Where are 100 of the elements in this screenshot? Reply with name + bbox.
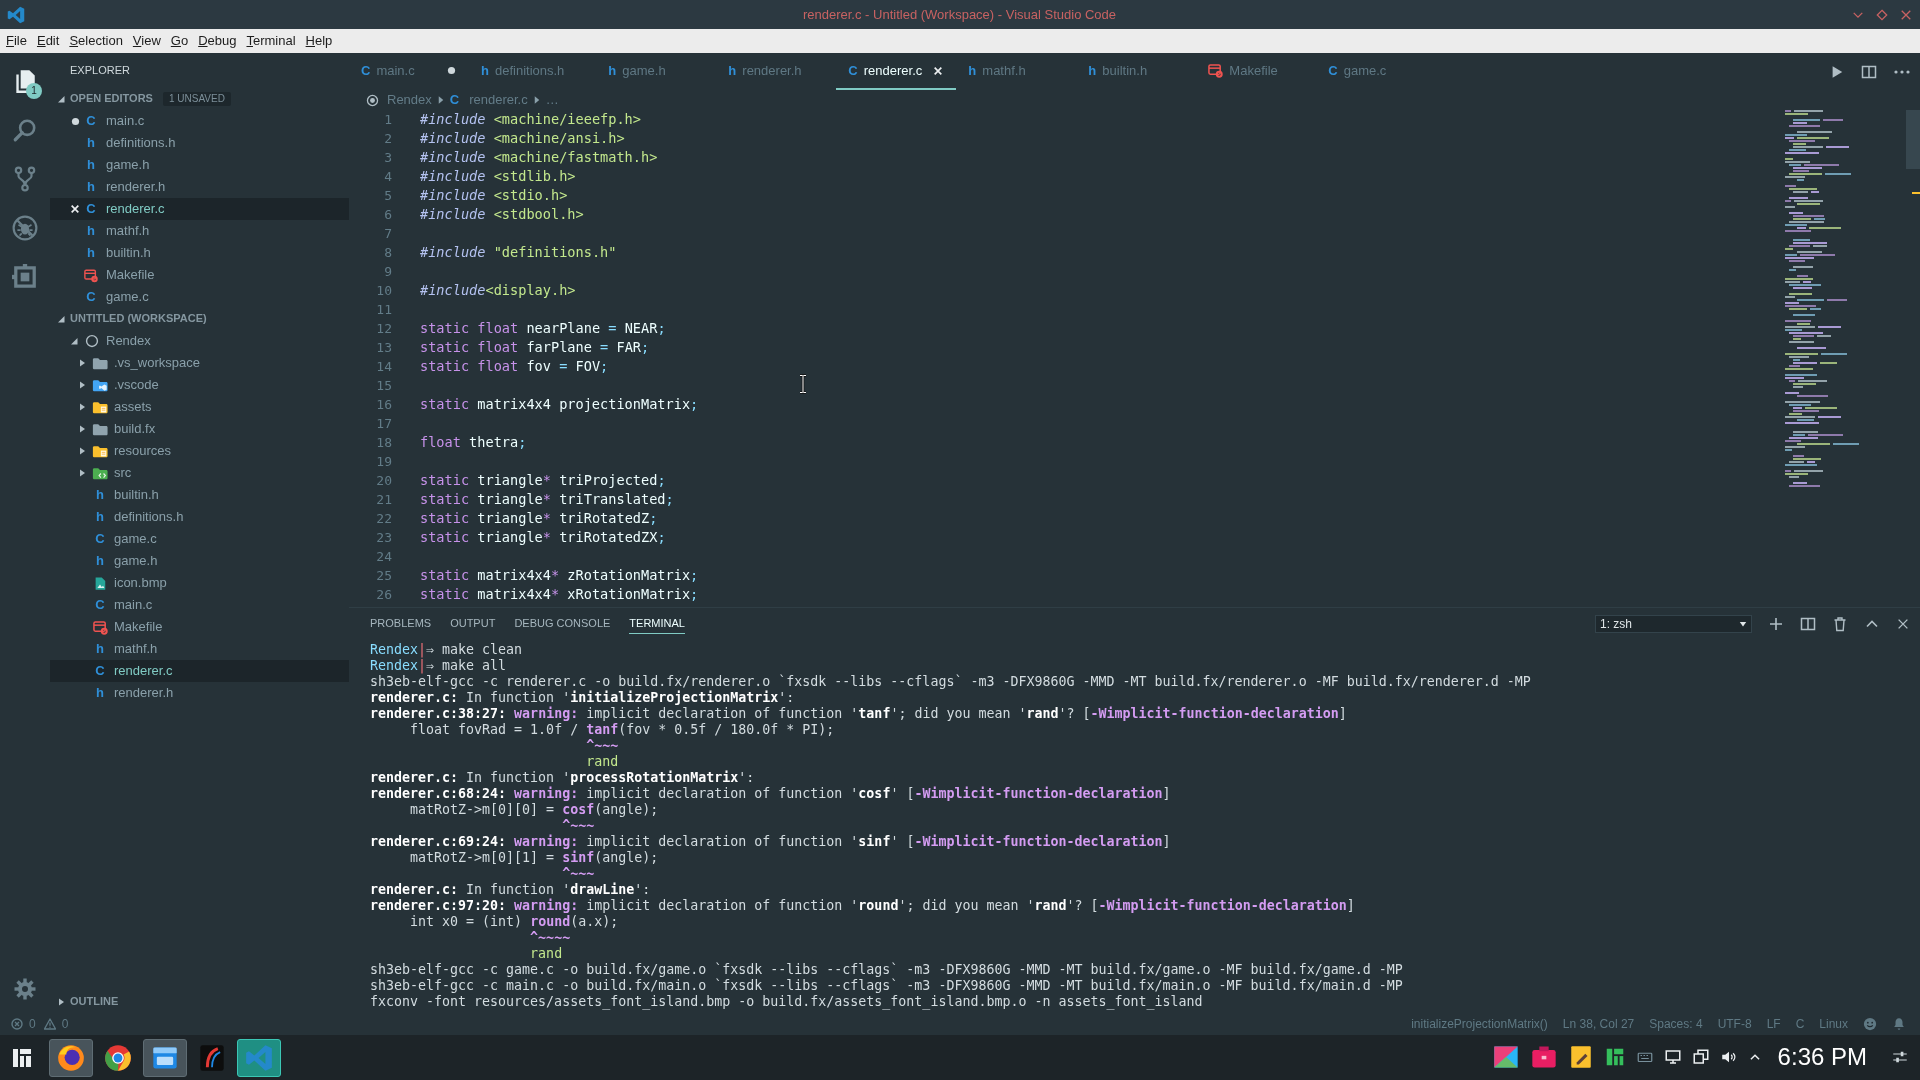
tree-item[interactable]: h game.h <box>50 550 349 572</box>
caret-icon[interactable] <box>56 94 66 104</box>
status-item[interactable]: initializeProjectionMatrix() <box>1411 1016 1548 1032</box>
plus-icon[interactable] <box>1768 616 1784 632</box>
caret-icon[interactable] <box>77 402 87 412</box>
section-header[interactable]: OUTLINE <box>50 991 349 1013</box>
open-editor-item[interactable]: h mathf.h <box>50 220 349 242</box>
play-icon[interactable] <box>1830 64 1844 79</box>
tree-item[interactable]: C game.c <box>50 528 349 550</box>
panel-tab[interactable]: DEBUG CONSOLE <box>514 613 611 635</box>
open-editor-item[interactable]: C main.c <box>50 110 349 132</box>
status-item[interactable]: Linux <box>1819 1016 1848 1032</box>
split-terminal-icon[interactable] <box>1800 616 1816 632</box>
menu-item[interactable]: Terminal <box>241 32 301 50</box>
status-item[interactable]: Ln 38, Col 27 <box>1562 1016 1635 1032</box>
menu-item[interactable]: Edit <box>31 32 65 50</box>
editor-tab[interactable]: h mathf.h <box>956 53 1077 90</box>
editor-tab[interactable]: C main.c <box>349 53 469 90</box>
open-editor-item[interactable]: h game.h <box>50 154 349 176</box>
tree-item[interactable]: src <box>50 462 349 484</box>
more-icon[interactable] <box>1894 69 1910 74</box>
editor-tab[interactable]: h builtin.h <box>1076 53 1197 90</box>
caret-icon[interactable] <box>77 446 87 456</box>
tree-item[interactable]: h renderer.h <box>50 682 349 704</box>
bug-icon[interactable] <box>12 214 38 241</box>
status-item[interactable]: C <box>1795 1016 1805 1032</box>
branch-icon[interactable] <box>12 165 38 192</box>
tree-item[interactable]: .vs_workspace <box>50 352 349 374</box>
menu-item[interactable]: Selection <box>64 32 128 50</box>
breadcrumb-item[interactable]: C renderer.c <box>449 92 528 108</box>
trash-icon[interactable] <box>1832 616 1848 632</box>
settings-icon[interactable] <box>13 976 37 1001</box>
taskbar-button[interactable] <box>237 1038 281 1077</box>
section-header[interactable]: OPEN EDITORS 1 UNSAVED <box>50 88 349 110</box>
windows-stack-icon[interactable] <box>1691 1048 1710 1067</box>
error-icon[interactable] <box>11 1018 23 1030</box>
open-editor-item[interactable]: h renderer.h <box>50 176 349 198</box>
maximize-icon[interactable] <box>1876 8 1888 21</box>
tree-item[interactable]: C renderer.c <box>50 660 349 682</box>
tree-item[interactable]: Rendex <box>50 330 349 352</box>
editor-tab[interactable]: h renderer.h <box>716 53 837 90</box>
editor-tab[interactable]: Makefile <box>1196 53 1317 90</box>
menu-item[interactable]: View <box>127 32 166 50</box>
open-editor-item[interactable]: h definitions.h <box>50 132 349 154</box>
code-line: static float nearPlane = NEAR; <box>420 319 666 338</box>
breadcrumb-item[interactable]: Rendex <box>366 92 432 108</box>
bell-icon[interactable] <box>1892 1017 1906 1031</box>
editor-tab[interactable]: h definitions.h <box>469 53 597 90</box>
tree-item[interactable]: assets <box>50 396 349 418</box>
open-editor-item[interactable]: Makefile <box>50 264 349 286</box>
editor-tab[interactable]: h game.h <box>596 53 717 90</box>
status-item[interactable]: LF <box>1766 1016 1781 1032</box>
tree-item[interactable]: resources <box>50 440 349 462</box>
caret-icon[interactable] <box>56 997 66 1007</box>
code-line: #include<display.h> <box>420 281 576 300</box>
caret-icon[interactable] <box>77 424 87 434</box>
open-editor-item[interactable]: C renderer.c <box>50 198 349 220</box>
tree-item[interactable]: icon.bmp <box>50 572 349 594</box>
menu-item[interactable]: Help <box>300 32 338 50</box>
editor-tab[interactable]: C renderer.c <box>836 53 957 90</box>
close-icon[interactable] <box>1896 617 1910 631</box>
warning-icon[interactable] <box>43 1018 56 1030</box>
error-count[interactable]: 0 <box>29 1016 36 1032</box>
breadcrumb-item[interactable]: … <box>545 92 559 108</box>
taskbar-button[interactable] <box>143 1038 187 1077</box>
menu-item[interactable]: Go <box>165 32 194 50</box>
menu-item[interactable]: File <box>1 32 32 50</box>
tree-item[interactable]: C main.c <box>50 594 349 616</box>
monitor-icon[interactable] <box>1663 1048 1682 1067</box>
caret-icon[interactable] <box>77 358 87 368</box>
tree-item[interactable]: build.fx <box>50 418 349 440</box>
caret-icon[interactable] <box>77 468 87 478</box>
tree-item[interactable]: .vscode <box>50 374 349 396</box>
status-item[interactable]: UTF-8 <box>1717 1016 1752 1032</box>
status-item[interactable]: Spaces: 4 <box>1649 1016 1703 1032</box>
terminal-line: matRotZ->m[0][1] = sinf(angle); <box>410 850 659 866</box>
taskbar-button[interactable] <box>49 1038 93 1077</box>
caret-icon[interactable] <box>69 336 79 346</box>
smiley-icon[interactable] <box>1863 1017 1877 1031</box>
tree-item[interactable]: h mathf.h <box>50 638 349 660</box>
clock[interactable]: 6:36 PM <box>1777 1043 1867 1072</box>
split-editor-icon[interactable] <box>1861 63 1877 80</box>
terminal-dropdown[interactable]: 1: zsh <box>1595 615 1752 633</box>
editor-tab[interactable]: C game.c <box>1316 53 1437 90</box>
panel-tab[interactable]: PROBLEMS <box>370 613 432 635</box>
menu-item[interactable]: Debug <box>193 32 242 50</box>
tree-item[interactable]: h builtin.h <box>50 484 349 506</box>
open-editor-item[interactable]: h builtin.h <box>50 242 349 264</box>
caret-icon[interactable] <box>56 314 66 324</box>
caret-icon[interactable] <box>77 380 87 390</box>
panel-tab[interactable]: OUTPUT <box>450 613 496 635</box>
terminal-line: renderer.c:97:20: warning: implicit declaration of function 'round'; did you mean 'rand'? [-Wimplicit-function-declaration] <box>370 898 1355 914</box>
warning-count[interactable]: 0 <box>61 1016 69 1032</box>
panel-tab[interactable]: TERMINAL <box>629 613 685 635</box>
tree-item[interactable]: Makefile <box>50 616 349 638</box>
extensions-icon[interactable] <box>12 263 38 290</box>
chevron-icon <box>533 96 540 104</box>
open-editor-item[interactable]: C game.c <box>50 286 349 308</box>
tree-item[interactable]: h definitions.h <box>50 506 349 528</box>
section-header[interactable]: UNTITLED (WORKSPACE) <box>50 308 349 330</box>
